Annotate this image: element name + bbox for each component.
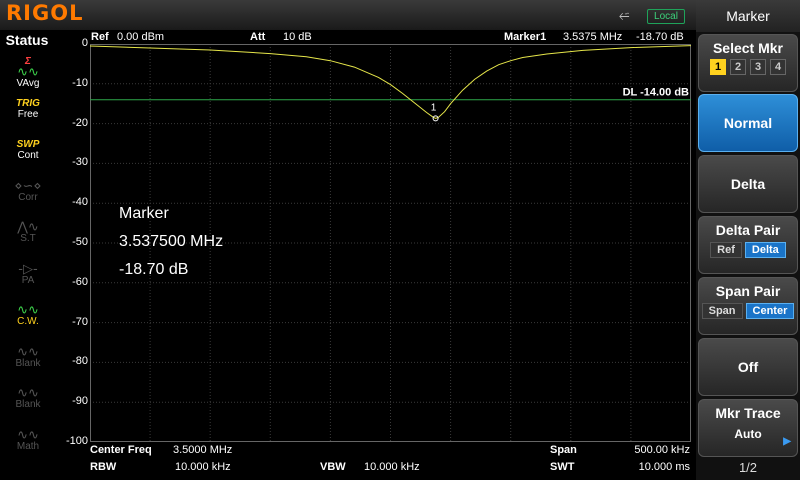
brand-logo: RIGOL — [6, 1, 84, 25]
y-tick-label: -100 — [65, 435, 88, 447]
menu-page-indicator[interactable]: 1/2 — [696, 460, 800, 475]
marker-readout: Marker 3.537500 MHz -18.70 dB — [119, 200, 223, 284]
display-line-label: DL -14.00 dB — [623, 87, 689, 99]
mkr-trace-button[interactable]: Mkr Trace Auto ▶ — [698, 399, 798, 457]
y-tick-label: -50 — [72, 236, 88, 248]
span-pair-toggle[interactable]: Span Center — [699, 303, 797, 319]
swt-label: SWT — [550, 461, 575, 473]
swt-value: 10.000 ms — [638, 461, 690, 473]
y-tick-label: 0 — [81, 37, 88, 49]
marker-level: -18.70 dB — [636, 31, 684, 43]
span-pair-option-span[interactable]: Span — [701, 303, 743, 319]
measurement-header: Ref 0.00 dBm Att 10 dB Marker1 3.5375 MH… — [90, 31, 691, 44]
marker-readout-level: -18.70 dB — [119, 261, 189, 278]
ref-value: 0.00 dBm — [117, 31, 165, 43]
y-tick-label: -40 — [72, 196, 88, 209]
select-mkr-button[interactable]: Select Mkr 1234 — [698, 34, 798, 92]
softkey-menu: Marker Select Mkr 1234 Normal Delta Delt… — [696, 0, 800, 480]
y-tick-label: -80 — [72, 355, 88, 368]
top-bar: RIGOL ⭁ Local — [0, 0, 696, 30]
marker-option-2[interactable]: 2 — [730, 59, 746, 75]
mkr-trace-label: Mkr Trace — [715, 405, 781, 421]
marker-1-label: 1 — [431, 102, 437, 113]
menu-title: Marker — [696, 0, 800, 32]
delta-pair-toggle[interactable]: Ref Delta — [699, 242, 797, 258]
span-pair-button[interactable]: Span Pair Span Center — [698, 277, 798, 335]
remote-status-badge: Local — [647, 9, 685, 24]
marker-readout-freq: 3.537500 MHz — [119, 233, 224, 250]
triangle-right-icon: ▶ — [783, 436, 791, 447]
span-pair-option-center[interactable]: Center — [745, 303, 795, 319]
marker-option-3[interactable]: 3 — [750, 59, 766, 75]
marker-freq: 3.5375 MHz — [563, 31, 623, 43]
span-value: 500.00 kHz — [634, 444, 690, 456]
usb-icon: ⭁ — [619, 8, 630, 23]
normal-button[interactable]: Normal — [698, 94, 798, 152]
span-pair-label: Span Pair — [715, 283, 781, 299]
y-tick-label: -90 — [72, 395, 88, 408]
rbw-value: 10.000 kHz — [175, 461, 231, 473]
span-label: Span — [550, 444, 577, 456]
vbw-label: VBW — [320, 461, 346, 473]
delta-pair-option-delta[interactable]: Delta — [744, 242, 786, 258]
delta-button[interactable]: Delta — [698, 155, 798, 213]
marker-readout-title: Marker — [119, 205, 169, 222]
y-tick-label: -60 — [72, 275, 88, 288]
marker-option-1[interactable]: 1 — [710, 59, 726, 75]
marker-label: Marker1 — [504, 31, 547, 43]
ref-label: Ref — [91, 31, 109, 43]
y-tick-label: -10 — [72, 76, 88, 89]
delta-pair-button[interactable]: Delta Pair Ref Delta — [698, 216, 798, 274]
center-freq-label: Center Freq — [90, 444, 152, 456]
vbw-value: 10.000 kHz — [364, 461, 420, 473]
select-mkr-label: Select Mkr — [712, 40, 784, 56]
att-label: Att — [250, 31, 266, 43]
off-button[interactable]: Off — [698, 338, 798, 396]
center-freq-value: 3.5000 MHz — [173, 444, 233, 456]
marker-number-selector[interactable]: 1234 — [699, 59, 797, 75]
marker-option-4[interactable]: 4 — [770, 59, 786, 75]
measurement-footer: Center Freq 3.5000 MHz Span 500.00 kHz R… — [90, 444, 691, 478]
att-value: 10 dB — [283, 31, 312, 43]
rbw-label: RBW — [90, 461, 117, 473]
y-tick-label: -70 — [72, 315, 88, 328]
y-tick-label: -20 — [72, 116, 88, 129]
y-tick-label: -30 — [72, 156, 88, 169]
delta-pair-label: Delta Pair — [715, 222, 781, 238]
delta-pair-option-ref[interactable]: Ref — [710, 242, 742, 258]
